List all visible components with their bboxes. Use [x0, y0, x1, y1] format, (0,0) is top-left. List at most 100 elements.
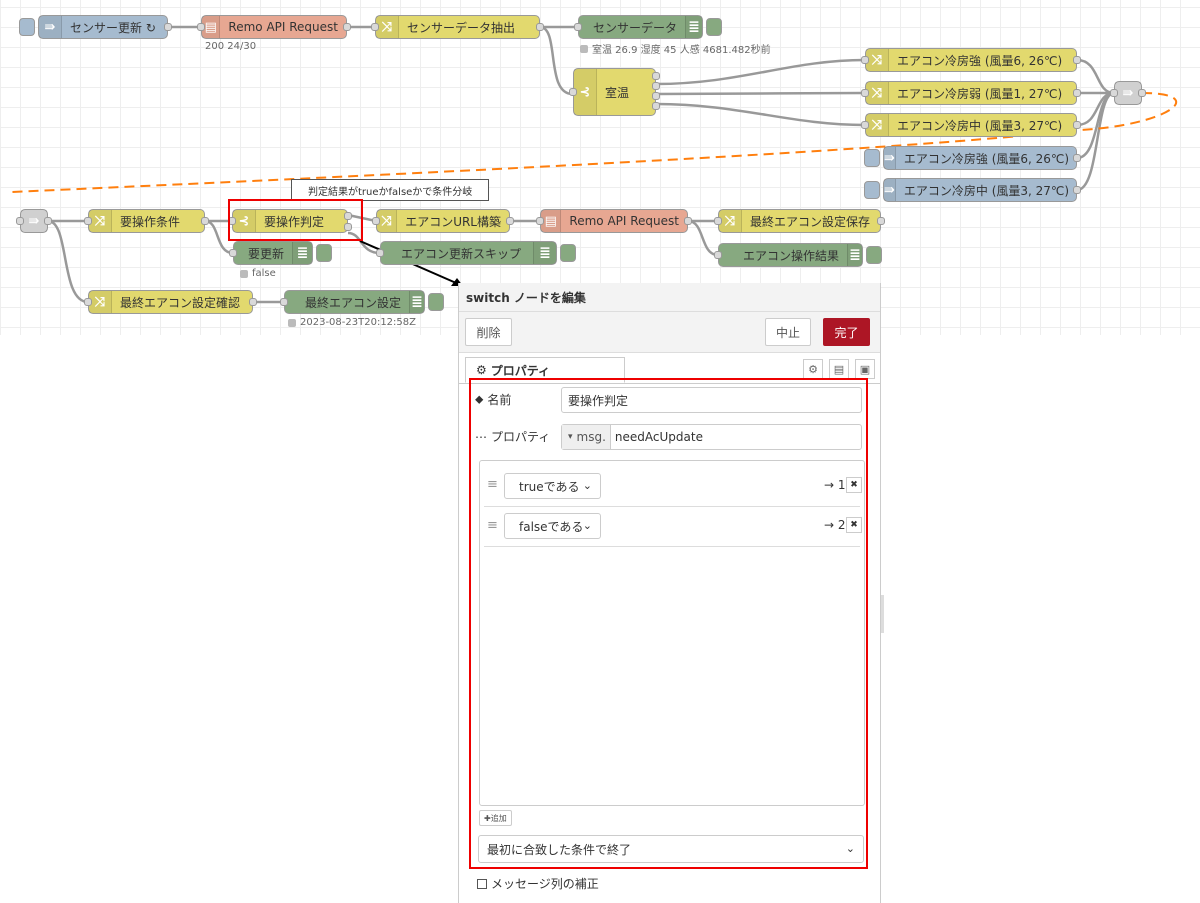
output-port-2[interactable] — [652, 82, 660, 90]
debug-toggle-button[interactable] — [316, 244, 332, 262]
output-port[interactable] — [684, 217, 692, 225]
debug-toggle-button[interactable] — [866, 246, 882, 264]
output-port[interactable] — [44, 217, 52, 225]
output-port[interactable] — [1073, 154, 1081, 162]
ac-url-build-node[interactable]: ⤨ エアコンURL構築 — [372, 209, 514, 233]
rules-list: ≡ trueである ⌄ → 1 ✖ ≡ falseである ⌄ → 2 ✖ — [479, 460, 865, 806]
input-port[interactable] — [84, 217, 92, 225]
list-icon: ≣ — [847, 244, 862, 266]
ac-update-skip-debug-node[interactable]: エアコン更新スキップ ≣ — [376, 241, 576, 265]
input-port[interactable] — [714, 217, 722, 225]
input-port[interactable] — [371, 23, 379, 31]
input-port[interactable] — [229, 249, 237, 257]
inject-arrow-icon: ⇛ — [39, 16, 62, 38]
appearance-icon[interactable]: ▣ — [855, 359, 875, 379]
need-update-debug-node[interactable]: 要更新 ≣ — [229, 241, 332, 265]
input-port[interactable] — [16, 217, 24, 225]
property-typed-input[interactable]: ▾ msg. needAcUpdate — [561, 424, 862, 450]
cancel-button[interactable]: 中止 — [765, 318, 811, 346]
output-port[interactable] — [1073, 121, 1081, 129]
drag-handle-icon[interactable]: ≡ — [487, 518, 498, 533]
gear-icon: ⚙ — [476, 363, 487, 377]
input-port[interactable] — [861, 121, 869, 129]
sensor-data-debug-node[interactable]: センサーデータ ≣ — [574, 15, 722, 39]
shuffle-icon: ⤨ — [866, 82, 889, 104]
remove-rule-button[interactable]: ✖ — [846, 477, 862, 493]
output-port[interactable] — [1073, 186, 1081, 194]
debug-toggle-button[interactable] — [560, 244, 576, 262]
output-port[interactable] — [1073, 56, 1081, 64]
output-port[interactable] — [1073, 89, 1081, 97]
output-port[interactable] — [164, 23, 172, 31]
output-port[interactable] — [877, 217, 885, 225]
type-selector[interactable]: ▾ msg. — [562, 425, 611, 449]
ac-weak-change-node[interactable]: ⤨ エアコン冷房弱 (風量1, 27℃) — [861, 81, 1081, 105]
ac-strong-inject-node[interactable]: ⇛ エアコン冷房強 (風量6, 26℃) — [864, 146, 1081, 170]
switch-icon: ⊰ — [574, 69, 597, 115]
last-ac-save-node[interactable]: ⤨ 最終エアコン設定保存 — [714, 209, 885, 233]
remo-api-request-node-1[interactable]: ▤ Remo API Request — [197, 15, 351, 39]
input-port[interactable] — [376, 249, 384, 257]
add-rule-button[interactable]: ✚ 追加 — [479, 810, 512, 826]
input-port[interactable] — [569, 88, 577, 96]
input-port[interactable] — [197, 23, 205, 31]
shuffle-icon: ⤨ — [719, 210, 742, 232]
input-port[interactable] — [861, 56, 869, 64]
input-port[interactable] — [84, 298, 92, 306]
input-port[interactable] — [861, 89, 869, 97]
ac-mid-change-node[interactable]: ⤨ エアコン冷房中 (風量3, 27℃) — [861, 113, 1081, 137]
output-port[interactable] — [343, 23, 351, 31]
name-label: ⬥ 名前 — [475, 392, 512, 407]
ac-strong-change-node[interactable]: ⤨ エアコン冷房強 (風量6, 26℃) — [861, 48, 1081, 72]
output-port[interactable] — [201, 217, 209, 225]
output-port[interactable] — [249, 298, 257, 306]
input-port[interactable] — [280, 298, 288, 306]
rule-condition-select[interactable]: falseである ⌄ — [504, 513, 601, 539]
input-port[interactable] — [536, 217, 544, 225]
input-port[interactable] — [1110, 89, 1118, 97]
shuffle-icon: ⤨ — [377, 210, 398, 232]
output-port[interactable] — [1138, 89, 1146, 97]
shuffle-icon: ⤨ — [376, 16, 399, 38]
input-port[interactable] — [574, 23, 582, 31]
need-op-condition-node[interactable]: ⤨ 要操作条件 — [84, 209, 209, 233]
output-port-3[interactable] — [652, 92, 660, 100]
ac-mid-inject-node[interactable]: ⇛ エアコン冷房中 (風量3, 27℃) — [864, 178, 1081, 202]
rule-condition-select[interactable]: trueである ⌄ — [504, 473, 601, 499]
remove-rule-button[interactable]: ✖ — [846, 517, 862, 533]
output-port[interactable] — [506, 217, 514, 225]
delete-button[interactable]: 削除 — [465, 318, 512, 346]
debug-toggle-button[interactable] — [706, 18, 722, 36]
name-input[interactable]: 要操作判定 — [561, 387, 862, 413]
tray-resize-handle[interactable] — [881, 595, 884, 633]
ac-op-result-debug-node[interactable]: エアコン操作結果 ≣ — [714, 243, 882, 267]
last-ac-confirm-node[interactable]: ⤨ 最終エアコン設定確認 — [84, 290, 257, 314]
done-button[interactable]: 完了 — [823, 318, 870, 346]
link-in-node[interactable]: ⇛ — [16, 209, 52, 233]
description-doc-icon[interactable]: ▤ — [829, 359, 849, 379]
tag-icon: ⬥ — [475, 392, 484, 406]
debug-toggle-button[interactable] — [428, 293, 444, 311]
link-out-node[interactable]: ⇛ — [1110, 81, 1146, 105]
input-port[interactable] — [714, 251, 722, 259]
inject-button[interactable] — [864, 149, 880, 167]
room-temp-switch-node[interactable]: ⊰ 室温 — [569, 68, 660, 116]
sensor-extract-change-node[interactable]: ⤨ センサーデータ抽出 — [371, 15, 544, 39]
checking-mode-select[interactable]: 最初に合致した条件で終了 ⌄ — [478, 835, 864, 863]
recreate-sequences-option[interactable]: メッセージ列の補正 — [477, 875, 599, 892]
drag-handle-icon[interactable]: ≡ — [487, 477, 498, 492]
input-port[interactable] — [372, 217, 380, 225]
output-port[interactable] — [536, 23, 544, 31]
highlight-frame — [228, 199, 363, 241]
settings-gear-icon[interactable]: ⚙ — [803, 359, 823, 379]
shuffle-icon: ⤨ — [89, 291, 112, 313]
inject-button[interactable] — [864, 181, 880, 199]
list-icon: ≣ — [533, 242, 556, 264]
output-port-4[interactable] — [652, 102, 660, 110]
output-port-1[interactable] — [652, 72, 660, 80]
checkbox[interactable] — [477, 878, 487, 889]
last-ac-setting-debug-node[interactable]: 最終エアコン設定 ≣ — [280, 290, 444, 314]
inject-button[interactable] — [19, 18, 35, 36]
sensor-update-inject-node[interactable]: ⇛ センサー更新 ↻ — [19, 15, 172, 39]
remo-api-request-node-2[interactable]: ▤ Remo API Request — [536, 209, 692, 233]
